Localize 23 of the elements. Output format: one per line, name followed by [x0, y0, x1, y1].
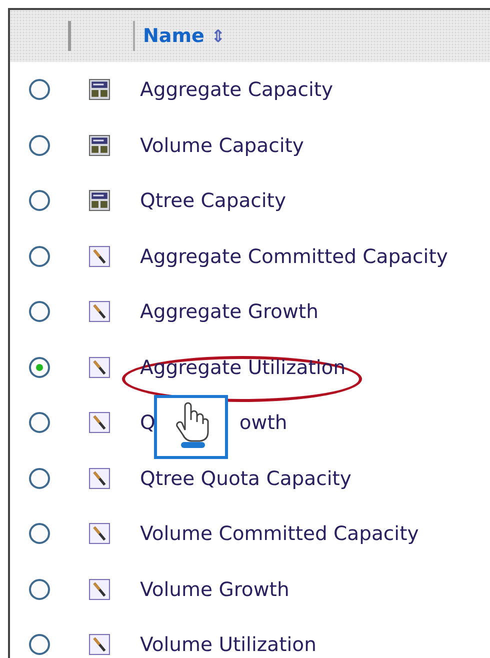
report-name[interactable]: Volume Utilization	[140, 629, 316, 658]
name-column-header[interactable]: Name ⇕	[143, 25, 226, 47]
report-name[interactable]: Qtree Quota Capacity	[140, 462, 352, 494]
report-name[interactable]: owth	[239, 407, 288, 438]
report-name[interactable]: Qtree Capacity	[140, 185, 286, 216]
report-name[interactable]: Aggregate Utilization	[140, 352, 346, 383]
radio-button[interactable]	[28, 79, 50, 100]
report-name[interactable]: Volume Committed Capacity	[140, 518, 419, 550]
report-name[interactable]: Volume Growth	[140, 574, 290, 605]
report-name[interactable]: Aggregate Committed Capacity	[140, 240, 448, 272]
report-name[interactable]: Aggregate Growth	[140, 296, 318, 328]
radio-button[interactable]	[28, 412, 50, 434]
report-name[interactable]: Aggregate Capacity	[140, 74, 334, 106]
report-name[interactable]: Volume Capacity	[140, 130, 304, 161]
radio-button[interactable]	[28, 523, 50, 544]
radio-button[interactable]	[28, 578, 50, 600]
radio-button[interactable]	[28, 356, 50, 378]
radio-button[interactable]	[28, 634, 50, 656]
radio-button[interactable]	[28, 301, 50, 322]
radio-button[interactable]	[28, 190, 50, 212]
radio-button[interactable]	[28, 246, 50, 267]
radio-button[interactable]	[28, 134, 50, 156]
radio-button[interactable]	[28, 468, 50, 489]
